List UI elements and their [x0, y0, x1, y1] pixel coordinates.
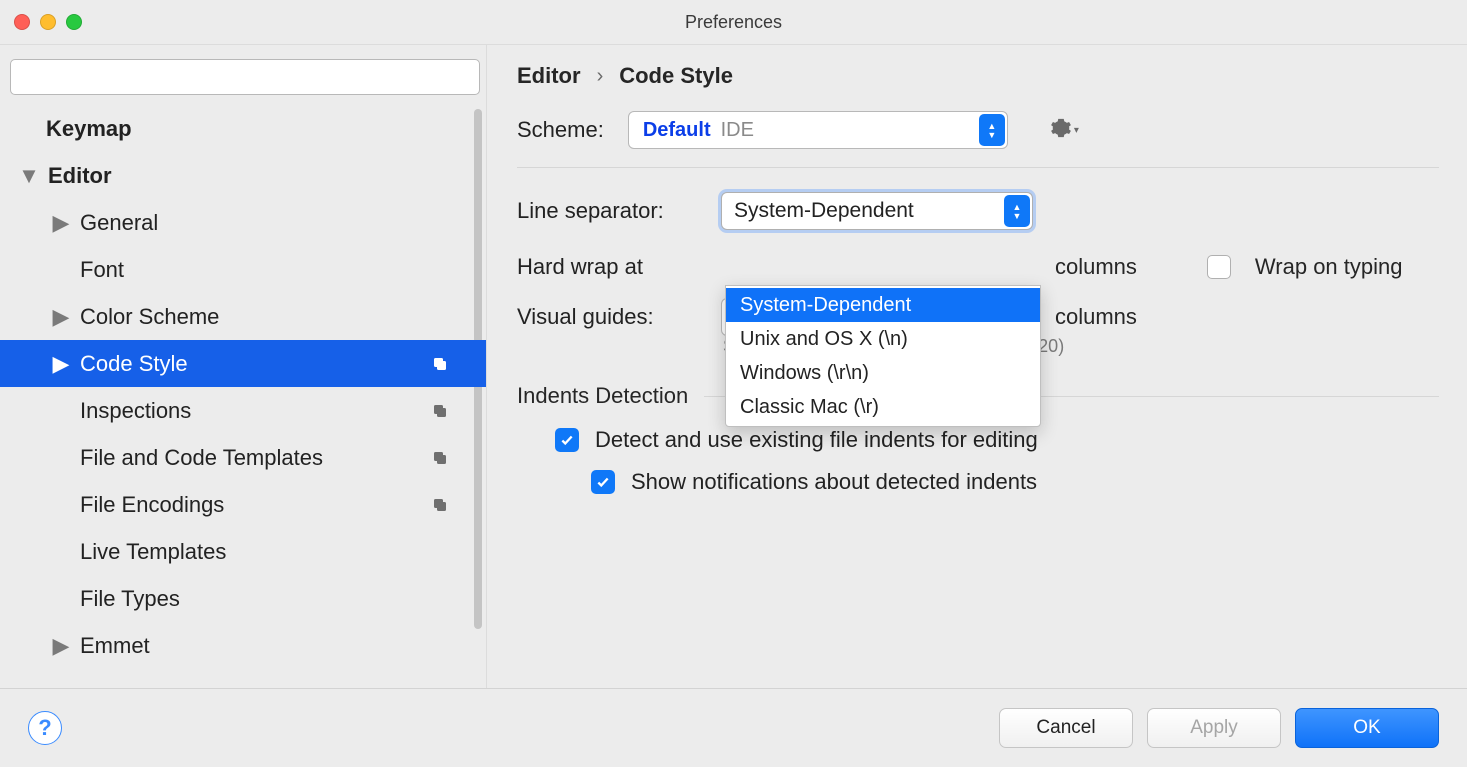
- detect-indents-row: Detect and use existing file indents for…: [555, 427, 1439, 453]
- tree-item-color-scheme[interactable]: ▶ Color Scheme: [0, 293, 486, 340]
- line-separator-select[interactable]: System-Dependent ▲▼: [721, 192, 1033, 230]
- tree-item-font[interactable]: Font: [0, 246, 486, 293]
- chevron-right-icon: ›: [597, 65, 604, 88]
- content-area: ▾ Keymap ▼ Editor ▶ General Font ▶ C: [0, 44, 1467, 688]
- divider: [517, 167, 1439, 168]
- section-label: Indents Detection: [517, 383, 688, 409]
- tree-item-label: Color Scheme: [80, 304, 486, 330]
- hard-wrap-row: Hard wrap at columns Wrap on typing: [517, 254, 1439, 280]
- tree-item-label: Emmet: [80, 633, 486, 659]
- main-pane: Editor › Code Style Scheme: Default IDE …: [486, 45, 1467, 688]
- scheme-label: Scheme:: [517, 117, 604, 143]
- breadcrumb-item[interactable]: Editor: [517, 63, 581, 89]
- breadcrumb-item: Code Style: [619, 63, 733, 89]
- tree-item-file-code-templates[interactable]: File and Code Templates: [0, 434, 486, 481]
- per-project-icon: [430, 448, 450, 468]
- disclosure-right-icon: ▶: [52, 355, 70, 373]
- dropdown-option[interactable]: Classic Mac (\r): [726, 390, 1040, 424]
- tree-item-label: Keymap: [46, 116, 486, 142]
- help-button[interactable]: ?: [28, 711, 62, 745]
- scheme-value: Default: [643, 119, 711, 142]
- apply-button[interactable]: Apply: [1147, 708, 1281, 748]
- scheme-scope: IDE: [721, 119, 754, 142]
- tree-item-label: Code Style: [80, 351, 486, 377]
- dropdown-option[interactable]: System-Dependent: [726, 288, 1040, 322]
- tree-item-label: Font: [80, 257, 486, 283]
- breadcrumb: Editor › Code Style: [517, 63, 1439, 111]
- gear-icon: [1050, 117, 1072, 144]
- tree-item-inspections[interactable]: Inspections: [0, 387, 486, 434]
- disclosure-right-icon: ▶: [52, 308, 70, 326]
- search-wrap: ▾: [0, 45, 486, 105]
- search-input[interactable]: [10, 59, 480, 95]
- tree-item-code-style[interactable]: ▶ Code Style: [0, 340, 486, 387]
- notify-indents-label: Show notifications about detected indent…: [631, 469, 1037, 495]
- dropdown-stepper-icon: ▲▼: [1004, 195, 1030, 227]
- sidebar: ▾ Keymap ▼ Editor ▶ General Font ▶ C: [0, 45, 486, 688]
- tree-item-emmet[interactable]: ▶ Emmet: [0, 622, 486, 669]
- per-project-icon: [430, 495, 450, 515]
- tree-item-live-templates[interactable]: Live Templates: [0, 528, 486, 575]
- cancel-button[interactable]: Cancel: [999, 708, 1133, 748]
- help-icon: ?: [38, 715, 51, 741]
- disclosure-right-icon: ▶: [52, 214, 70, 232]
- tree-item-label: Editor: [48, 163, 486, 189]
- select-value: System-Dependent: [734, 199, 914, 223]
- ok-button[interactable]: OK: [1295, 708, 1439, 748]
- line-separator-row: Line separator: System-Dependent ▲▼: [517, 192, 1439, 230]
- notify-indents-row: Show notifications about detected indent…: [591, 469, 1439, 495]
- titlebar: Preferences: [0, 0, 1467, 44]
- wrap-on-typing-label: Wrap on typing: [1255, 254, 1403, 280]
- disclosure-down-icon: ▼: [20, 167, 38, 185]
- visual-guides-label: Visual guides:: [517, 304, 697, 330]
- scheme-select[interactable]: Default IDE ▲▼: [628, 111, 1008, 149]
- tree-item-label: General: [80, 210, 486, 236]
- columns-suffix: columns: [1055, 254, 1137, 280]
- disclosure-right-icon: ▶: [52, 637, 70, 655]
- line-separator-dropdown: System-Dependent Unix and OS X (\n) Wind…: [725, 285, 1041, 427]
- scheme-row: Scheme: Default IDE ▲▼ ▾: [517, 111, 1439, 167]
- window-title: Preferences: [0, 12, 1467, 33]
- dropdown-option[interactable]: Unix and OS X (\n): [726, 322, 1040, 356]
- dropdown-stepper-icon: ▲▼: [979, 114, 1005, 146]
- scheme-actions-button[interactable]: ▾: [1050, 117, 1079, 144]
- settings-tree: Keymap ▼ Editor ▶ General Font ▶ Color S…: [0, 105, 486, 688]
- dropdown-option[interactable]: Windows (\r\n): [726, 356, 1040, 390]
- tree-item-file-types[interactable]: File Types: [0, 575, 486, 622]
- notify-indents-checkbox[interactable]: [591, 470, 615, 494]
- tree-item-label: File Types: [80, 586, 486, 612]
- chevron-down-icon: ▾: [1074, 125, 1079, 136]
- wrap-on-typing-checkbox[interactable]: [1207, 255, 1231, 279]
- line-separator-label: Line separator:: [517, 198, 697, 224]
- detect-indents-checkbox[interactable]: [555, 428, 579, 452]
- per-project-icon: [430, 401, 450, 421]
- hard-wrap-label: Hard wrap at: [517, 254, 697, 280]
- detect-indents-label: Detect and use existing file indents for…: [595, 427, 1038, 453]
- tree-item-file-encodings[interactable]: File Encodings: [0, 481, 486, 528]
- footer: ? Cancel Apply OK: [0, 688, 1467, 766]
- per-project-icon: [430, 354, 450, 374]
- tree-item-label: File Encodings: [80, 492, 486, 518]
- tree-item-label: Live Templates: [80, 539, 486, 565]
- tree-item-general[interactable]: ▶ General: [0, 199, 486, 246]
- tree-item-keymap[interactable]: Keymap: [0, 105, 486, 152]
- tree-item-label: File and Code Templates: [80, 445, 486, 471]
- columns-suffix: columns: [1055, 304, 1137, 330]
- tree-item-editor[interactable]: ▼ Editor: [0, 152, 486, 199]
- tree-item-label: Inspections: [80, 398, 486, 424]
